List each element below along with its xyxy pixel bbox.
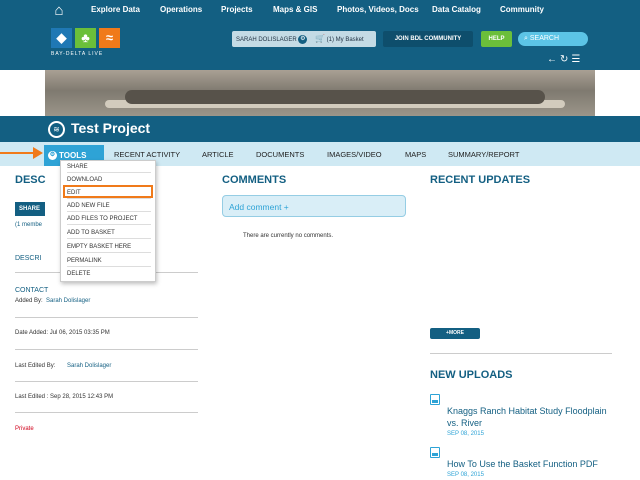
nav-projects[interactable]: Projects (221, 5, 253, 14)
menu-icon[interactable]: ☰ (571, 54, 583, 65)
last-edited-date: Last Edited : Sep 28, 2015 12:43 PM (15, 394, 114, 400)
upload-title-2[interactable]: How To Use the Basket Function PDF (447, 458, 622, 470)
tools-dropdown-menu: SHARE DOWNLOAD EDIT ADD NEW FILE ADD FIL… (60, 160, 156, 282)
description-heading: DESCRI (15, 255, 42, 262)
more-button[interactable]: +MORE (430, 328, 480, 339)
nav-photos-videos-docs[interactable]: Photos, Videos, Docs (337, 5, 419, 14)
nav-community[interactable]: Community (500, 5, 544, 14)
tab-summary-report[interactable]: SUMMARY/REPORT (448, 150, 519, 159)
menu-item-delete[interactable]: DELETE (67, 268, 151, 280)
recent-updates-heading: RECENT UPDATES (430, 174, 531, 186)
search-placeholder: SEARCH (529, 35, 560, 42)
date-added: Date Added: Jul 06, 2015 03:35 PM (15, 330, 110, 336)
tab-documents[interactable]: DOCUMENTS (256, 150, 304, 159)
tab-article[interactable]: ARTICLE (202, 150, 234, 159)
project-title-bar: ≋ Test Project (0, 116, 640, 142)
logo-plant-icon: ♣ (75, 28, 96, 48)
gear-icon[interactable]: ⚙ (298, 34, 308, 44)
back-arrow-icon[interactable]: ← (547, 54, 560, 65)
added-by-label: Added By: (15, 298, 43, 304)
nav-data-catalog[interactable]: Data Catalog (432, 5, 481, 14)
basket-label[interactable]: (1) My Basket (327, 37, 364, 43)
comments-heading: COMMENTS (222, 174, 287, 186)
upload-date-2: SEP 08, 2015 (447, 472, 484, 478)
user-panel[interactable]: SARAH DOLISLAGER ⚙ 🛒 (1) My Basket (232, 31, 376, 47)
edit-highlight-box (63, 185, 153, 198)
tab-tools-label: TOOLS (59, 151, 87, 160)
menu-item-add-new-file[interactable]: ADD NEW FILE (67, 200, 151, 212)
last-edited-by-label: Last Edited By: (15, 363, 56, 369)
privacy-status: Private (15, 426, 34, 432)
left-heading: DESC (15, 174, 46, 186)
members-count[interactable]: (1 membe (15, 222, 42, 228)
added-by-link[interactable]: Sarah Dolislager (46, 298, 90, 304)
add-comment-button[interactable]: Add comment + (222, 195, 406, 217)
logo-text: BAY-DELTA LIVE (51, 51, 104, 57)
nav-explore-data[interactable]: Explore Data (91, 5, 140, 14)
share-button[interactable]: SHARE (15, 202, 45, 216)
join-community-button[interactable]: JOIN BDL COMMUNITY (383, 31, 473, 47)
nav-operations[interactable]: Operations (160, 5, 202, 14)
upload-date-1: SEP 08, 2015 (447, 431, 484, 437)
contact-heading: CONTACT (15, 287, 49, 294)
nav-maps-gis[interactable]: Maps & GIS (273, 5, 317, 14)
menu-item-add-to-basket[interactable]: ADD TO BASKET (67, 227, 151, 239)
menu-item-permalink[interactable]: PERMALINK (67, 255, 151, 267)
pointer-arrow-icon (0, 147, 45, 159)
logo-wave-icon: ≈ (99, 28, 120, 48)
project-icon: ≋ (48, 121, 65, 138)
tab-recent-activity[interactable]: RECENT ACTIVITY (114, 150, 180, 159)
help-button[interactable]: HELP (481, 31, 512, 47)
site-header: ◆ ♣ ≈ BAY-DELTA LIVE SARAH DOLISLAGER ⚙ … (0, 22, 640, 70)
home-icon[interactable]: ⌂ (49, 2, 69, 20)
refresh-icon[interactable]: ↻ (560, 54, 571, 65)
tab-maps[interactable]: MAPS (405, 150, 426, 159)
document-icon (430, 394, 440, 405)
menu-item-share[interactable]: SHARE (67, 161, 151, 173)
project-banner-image (45, 70, 595, 116)
user-name[interactable]: SARAH DOLISLAGER (236, 37, 297, 43)
site-logo[interactable]: ◆ ♣ ≈ BAY-DELTA LIVE (51, 28, 124, 68)
page-title: Test Project (71, 120, 151, 136)
document-icon (430, 447, 440, 458)
no-comments-text: There are currently no comments. (243, 233, 334, 239)
tab-images-video[interactable]: IMAGES/VIDEO (327, 150, 382, 159)
header-actions: ←↻☰ (547, 54, 583, 65)
upload-title-1[interactable]: Knaggs Ranch Habitat Study Floodplain vs… (447, 405, 607, 429)
last-edited-by-link[interactable]: Sarah Dolislager (67, 363, 111, 369)
gear-icon: ⚙ (48, 151, 57, 161)
logo-bird-icon: ◆ (51, 28, 72, 48)
basket-icon[interactable]: 🛒 (315, 34, 325, 43)
search-input[interactable]: ⌕ SEARCH (518, 32, 588, 46)
new-uploads-heading: NEW UPLOADS (430, 369, 513, 381)
menu-item-add-files-to-project[interactable]: ADD FILES TO PROJECT (67, 213, 151, 225)
menu-item-empty-basket[interactable]: EMPTY BASKET HERE (67, 241, 151, 253)
top-navigation: ⌂ Explore Data Operations Projects Maps … (0, 0, 640, 22)
